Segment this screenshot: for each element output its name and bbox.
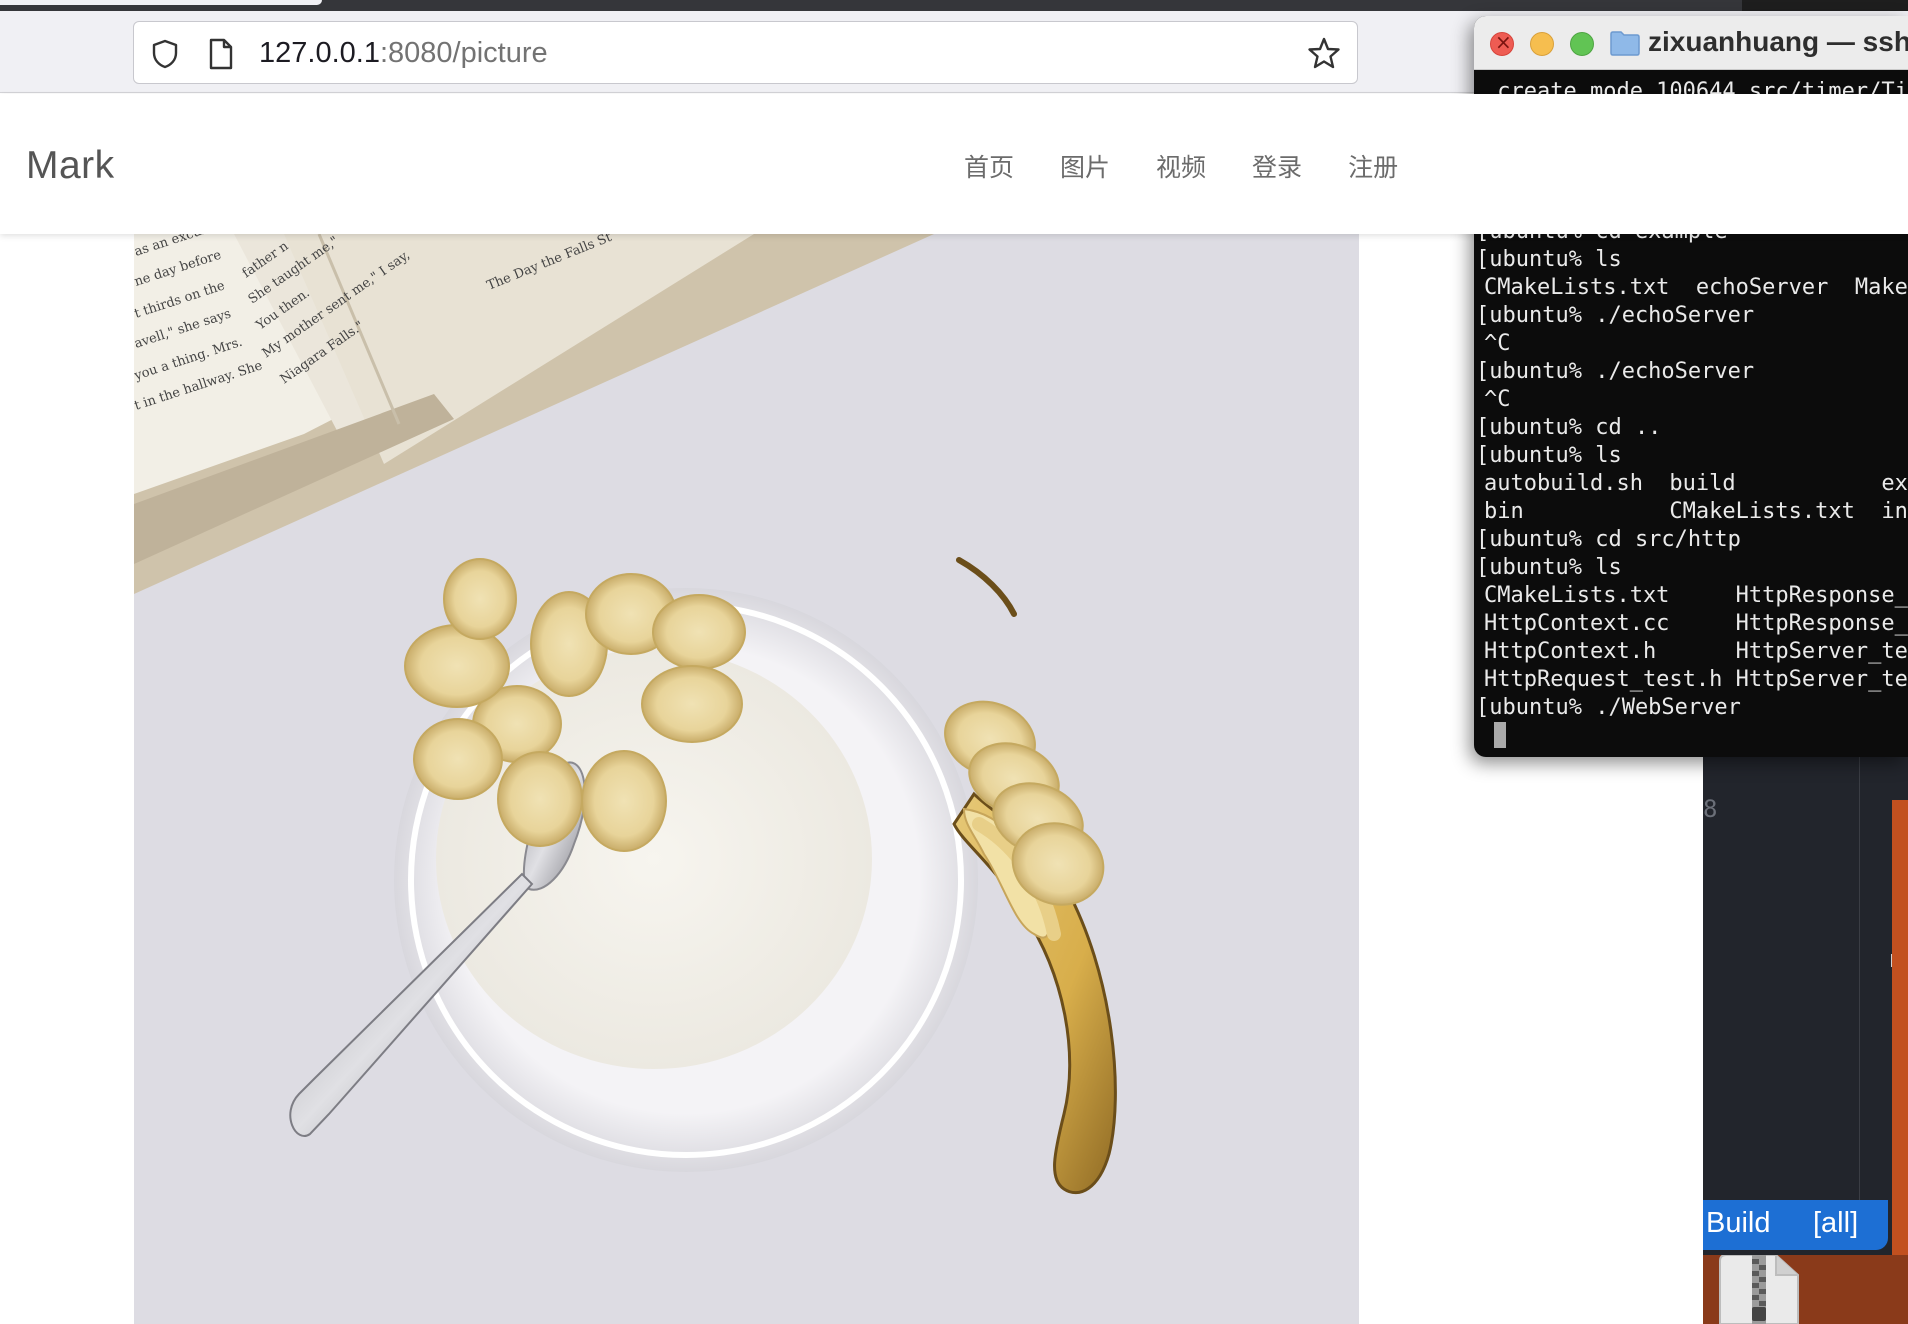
- url-host: 127.0.0.1: [259, 37, 380, 69]
- terminal-cursor-line: [1484, 722, 1908, 750]
- terminal-prompt-line: [ubuntu% ./echoServer: [1476, 303, 1755, 328]
- terminal-prompt-line: [ubuntu% cd ..: [1476, 415, 1662, 440]
- terminal-prompt-line: [ubuntu% ls: [1476, 443, 1622, 468]
- url-text[interactable]: 127.0.0.1:8080/picture: [259, 37, 548, 70]
- terminal-output-line: HttpRequest_test.h HttpServer_test: [1484, 667, 1908, 692]
- build-status-bar[interactable]: Build [all]: [1703, 1200, 1888, 1250]
- folder-icon: [1610, 31, 1640, 56]
- site-brand[interactable]: Mark: [26, 144, 115, 188]
- terminal-prompt-line: [ubuntu% ./WebServer: [1476, 695, 1741, 720]
- shield-icon[interactable]: [150, 39, 180, 69]
- address-bar[interactable]: 127.0.0.1:8080/picture: [133, 21, 1358, 84]
- terminal-output-line: HttpContext.cc HttpResponse_tes: [1484, 611, 1908, 636]
- ide-column-divider: [1859, 745, 1860, 1215]
- terminal-output-line: bin CMakeLists.txt inclu: [1484, 499, 1908, 524]
- terminal-output-line: autobuild.sh build examp: [1484, 471, 1908, 496]
- terminal-output-line: ^C: [1484, 387, 1511, 412]
- page-icon: [209, 38, 233, 70]
- terminal-cursor: [1494, 722, 1506, 748]
- terminal-output-line: CMakeLists.txt echoServer Makefil: [1484, 275, 1908, 300]
- close-window-button[interactable]: [1490, 30, 1514, 56]
- url-path: :8080/picture: [379, 37, 548, 69]
- nav-register[interactable]: 注册: [1348, 148, 1398, 184]
- nav-videos[interactable]: 视频: [1156, 148, 1206, 184]
- active-tab[interactable]: [0, 0, 322, 5]
- terminal-title-bar[interactable]: zixuanhuang — ssh z: [1474, 16, 1908, 70]
- picture: as an excur- ne day before t thirds on t…: [134, 234, 1359, 1324]
- minimize-window-button[interactable]: [1530, 32, 1554, 56]
- build-button[interactable]: Build: [1706, 1207, 1771, 1240]
- browser-tab-strip: [0, 0, 1908, 11]
- yogurt-banana-photo: as an excur- ne day before t thirds on t…: [134, 234, 1359, 1324]
- maximize-window-button[interactable]: [1570, 32, 1594, 56]
- build-target[interactable]: [all]: [1813, 1207, 1858, 1240]
- terminal-output-line: HttpContext.h HttpServer_test: [1484, 639, 1908, 664]
- zip-icon[interactable]: [1716, 1255, 1802, 1324]
- terminal-prompt-line: [ubuntu% ls: [1476, 247, 1622, 272]
- nav-pictures[interactable]: 图片: [1060, 148, 1110, 184]
- terminal-prompt-line: [ubuntu% ls: [1476, 555, 1622, 580]
- terminal-prompt-line: [ubuntu% cd src/http: [1476, 527, 1741, 552]
- star-icon[interactable]: [1307, 36, 1341, 70]
- ide-line-number: 8: [1703, 795, 1718, 823]
- site-header: Mark 首页 图片 视频 登录 注册: [0, 94, 1908, 234]
- desktop-wallpaper: [1892, 800, 1908, 1324]
- nav-login[interactable]: 登录: [1252, 148, 1302, 184]
- terminal-output-line: CMakeLists.txt HttpResponse_tes: [1484, 583, 1908, 608]
- terminal-title: zixuanhuang — ssh z: [1648, 26, 1908, 57]
- terminal-output-line: ^C: [1484, 331, 1511, 356]
- site-nav: 首页 图片 视频 登录 注册: [964, 148, 1398, 184]
- terminal-prompt-line: [ubuntu% ./echoServer: [1476, 359, 1755, 384]
- nav-home[interactable]: 首页: [964, 148, 1014, 184]
